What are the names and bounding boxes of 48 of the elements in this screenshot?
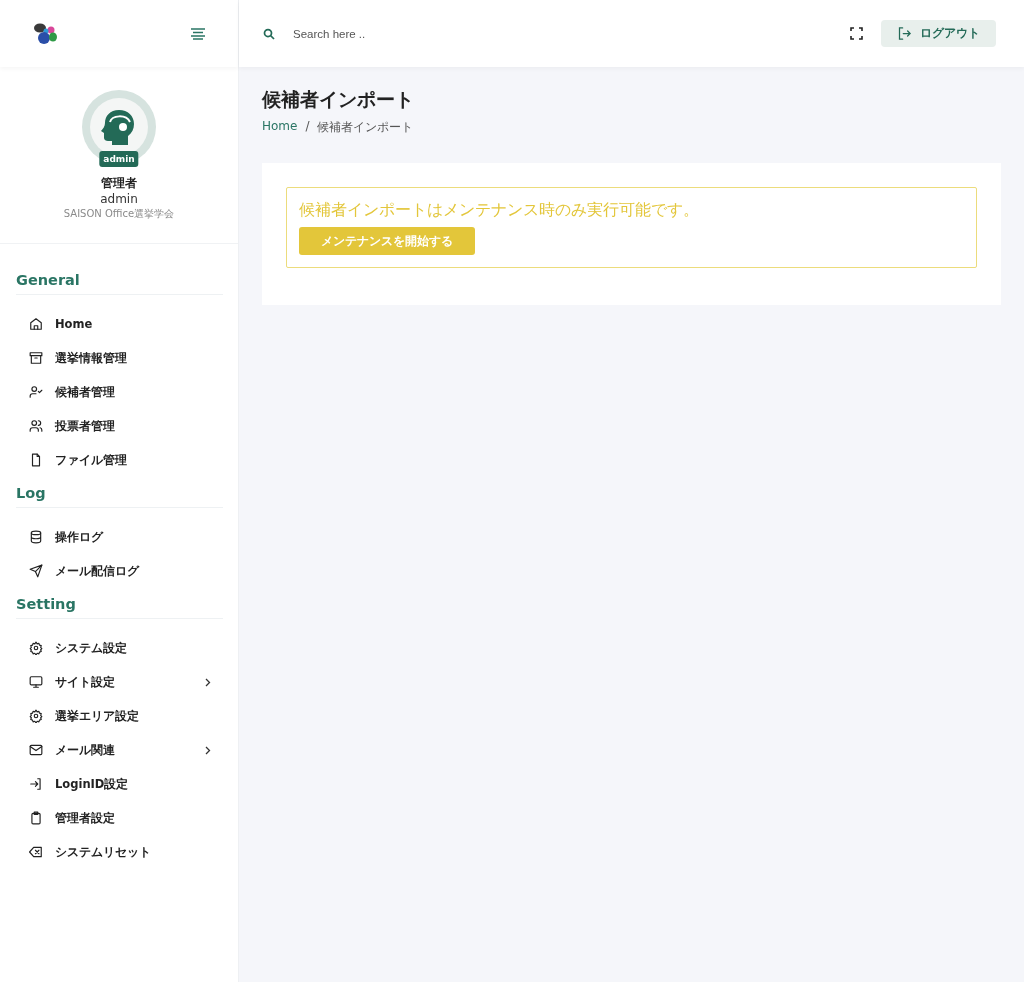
database-icon [29,530,43,544]
profile-username: admin [100,192,138,206]
chevron-right-icon [205,677,211,687]
backspace-icon [29,845,43,859]
breadcrumb-item[interactable]: Home [262,119,298,136]
alert-message: 候補者インポートはメンテナンス時のみ実行可能です。 [299,200,700,221]
home-icon [29,317,43,331]
file-icon [29,453,43,467]
sidebar-item[interactable]: サイト設定 [29,665,211,699]
profile-name: 管理者 [101,176,137,191]
logo-icon [33,21,59,46]
menu-icon[interactable] [190,27,206,40]
fullscreen-icon[interactable] [850,27,863,40]
sidebar-item[interactable]: Home [29,307,211,341]
page-title: 候補者インポート [262,87,415,112]
user-check-icon [29,385,43,399]
send-icon [29,564,43,578]
sidebar-item[interactable]: システム設定 [29,631,211,665]
sidebar-item[interactable]: メール関連 [29,733,211,767]
sidebar-item[interactable]: システムリセット [29,835,211,869]
section-heading: Log [16,484,47,503]
breadcrumb-item: 候補者インポート [317,119,414,136]
sidebar-item[interactable]: ファイル管理 [29,443,211,477]
archive-icon [29,351,43,365]
clipboard-icon [29,811,43,825]
section-heading: Setting [16,595,77,614]
sidebar-item[interactable]: 投票者管理 [29,409,211,443]
logout-icon [897,26,912,41]
sidebar-item[interactable]: 選挙エリア設定 [29,699,211,733]
gear-icon [29,641,43,655]
chevron-right-icon [205,745,211,755]
profile-organization: SAISON Office選挙学会 [63,207,175,221]
section-heading: General [16,271,81,290]
sidebar-item[interactable]: 選挙情報管理 [29,341,211,375]
sidebar-item[interactable]: 候補者管理 [29,375,211,409]
sidebar-item[interactable]: LoginID設定 [29,767,211,801]
breadcrumb-separator: / [305,119,310,135]
sidebar-item[interactable]: 操作ログ [29,520,211,554]
mail-icon [29,743,43,757]
sidebar-item[interactable]: 管理者設定 [29,801,211,835]
monitor-icon [29,675,43,689]
login-icon [29,777,43,791]
users-icon [29,419,43,433]
sidebar-item[interactable]: メール配信ログ [29,554,211,588]
role-badge: admin [99,151,139,167]
gear-icon [29,709,43,723]
search-icon [263,27,275,40]
logout-button[interactable]: ログアウト [881,20,996,47]
